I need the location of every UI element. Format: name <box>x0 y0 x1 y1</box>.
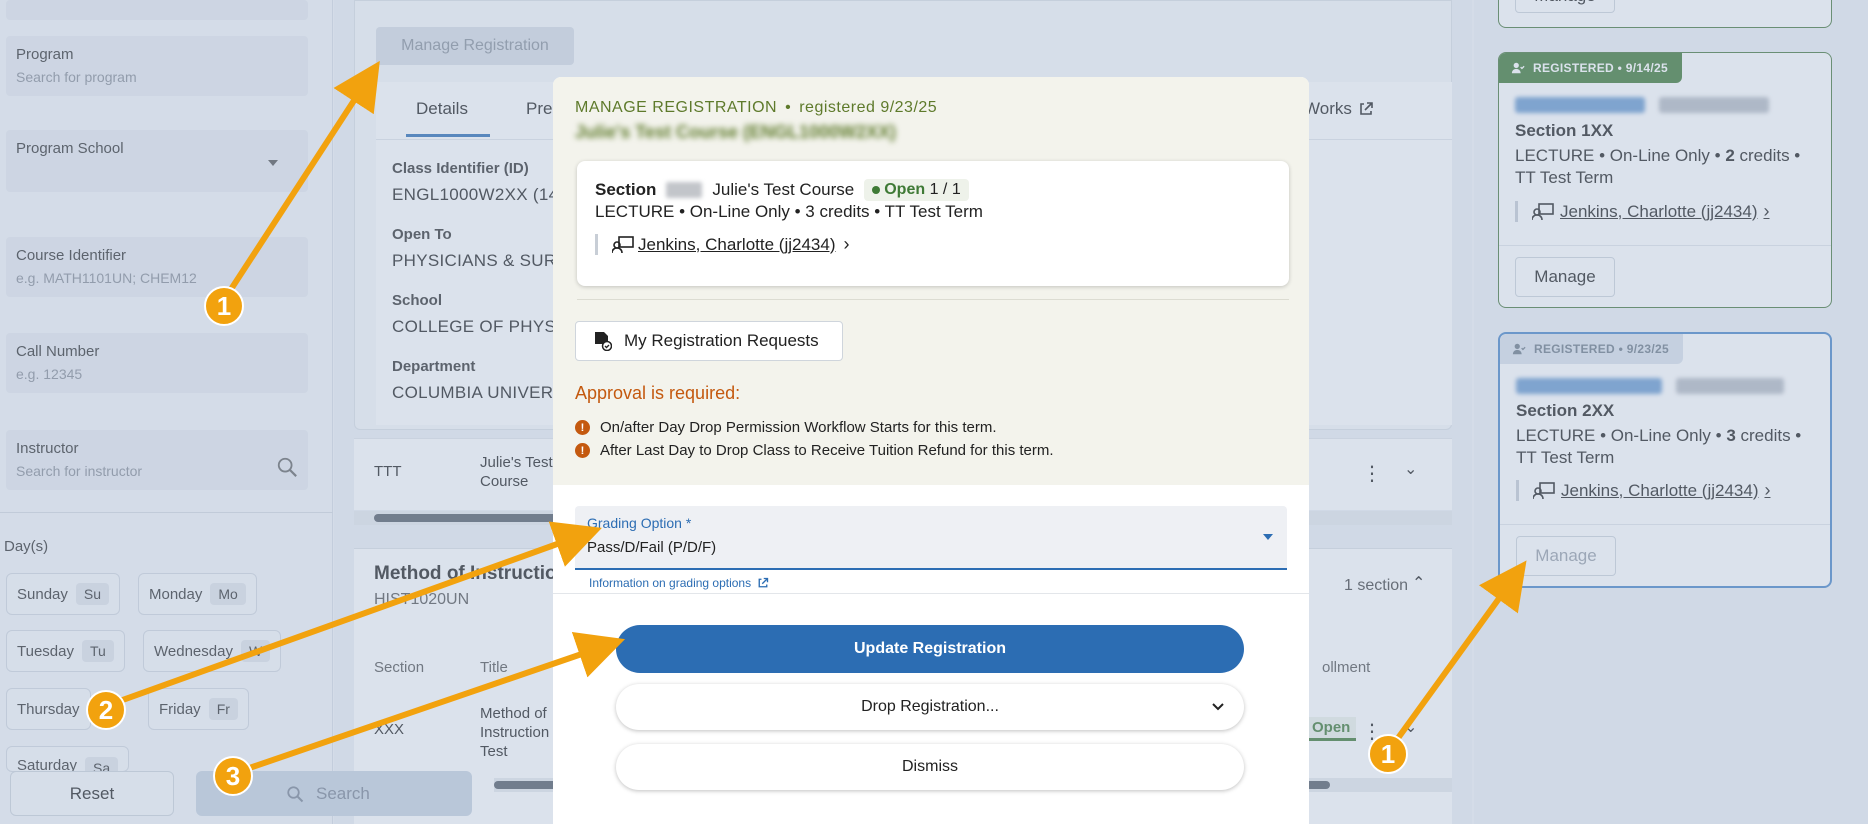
info-icon: ! <box>575 443 590 458</box>
separator-dot: • <box>785 99 792 116</box>
document-check-icon <box>595 332 612 351</box>
modal-course-title: Julie's Test Course (ENGL1000W2XX) <box>575 122 897 142</box>
annotation-badge: 2 <box>86 690 126 730</box>
my-registration-requests-button[interactable]: My Registration Requests <box>575 321 843 361</box>
drop-registration-button[interactable]: Drop Registration... <box>616 684 1244 730</box>
grading-info-link[interactable]: Information on grading options <box>589 576 769 590</box>
modal-header: MANAGE REGISTRATION • registered 9/23/25 <box>575 99 937 117</box>
manage-registration-modal: MANAGE REGISTRATION • registered 9/23/25 J… <box>553 77 1309 824</box>
my-requests-label: My Registration Requests <box>624 331 819 350</box>
annotation-badge: 1 <box>1368 734 1408 774</box>
external-link-icon <box>758 577 769 588</box>
section-card: Section Julie's Test Course Open 1 / 1 L… <box>577 161 1289 286</box>
grading-info-text: Information on grading options <box>589 576 752 590</box>
dismiss-button[interactable]: Dismiss <box>616 744 1244 790</box>
chevron-down-icon <box>1263 534 1273 540</box>
divider <box>553 593 1309 594</box>
warning-text: After Last Day to Drop Class to Receive … <box>600 442 1054 459</box>
instructor-icon <box>612 235 634 253</box>
course-name: Julie's Test Course <box>712 180 855 199</box>
registered-date: registered 9/23/25 <box>799 99 938 116</box>
status-dot <box>872 185 881 194</box>
grading-option-value: Pass/D/Fail (P/D/F) <box>587 539 717 556</box>
annotation-badge: 3 <box>213 756 253 796</box>
drop-registration-label: Drop Registration... <box>861 698 999 715</box>
status-badge: Open 1 / 1 <box>864 179 969 201</box>
open-count: 1 / 1 <box>929 181 961 198</box>
grading-option-select[interactable]: Grading Option * Pass/D/Fail (P/D/F) <box>575 506 1287 570</box>
warning-text: On/after Day Drop Permission Workflow St… <box>600 419 997 436</box>
section-line: Section Julie's Test Course Open 1 / 1 <box>595 179 969 201</box>
info-icon: ! <box>575 420 590 435</box>
chevron-down-icon <box>1212 703 1224 711</box>
update-registration-button[interactable]: Update Registration <box>616 625 1244 673</box>
approval-required-label: Approval is required: <box>575 383 741 403</box>
section-meta: LECTURE • On-Line Only • 3 credits • TT … <box>595 202 983 221</box>
instructor-name: Jenkins, Charlotte (jj2434) <box>638 234 836 254</box>
modal-header-label: MANAGE REGISTRATION <box>575 99 778 116</box>
chevron-right-icon: › <box>843 234 850 254</box>
approval-warning: ! After Last Day to Drop Class to Receiv… <box>575 442 1054 459</box>
grading-option-label: Grading Option * <box>587 515 692 531</box>
open-label: Open <box>884 181 926 198</box>
annotation-badge: 1 <box>204 286 244 326</box>
instructor-link[interactable]: Jenkins, Charlotte (jj2434) › <box>595 234 849 255</box>
approval-warning: ! On/after Day Drop Permission Workflow … <box>575 419 997 436</box>
section-number-redacted <box>666 182 703 198</box>
section-prefix: Section <box>595 180 657 199</box>
divider <box>577 299 1289 300</box>
